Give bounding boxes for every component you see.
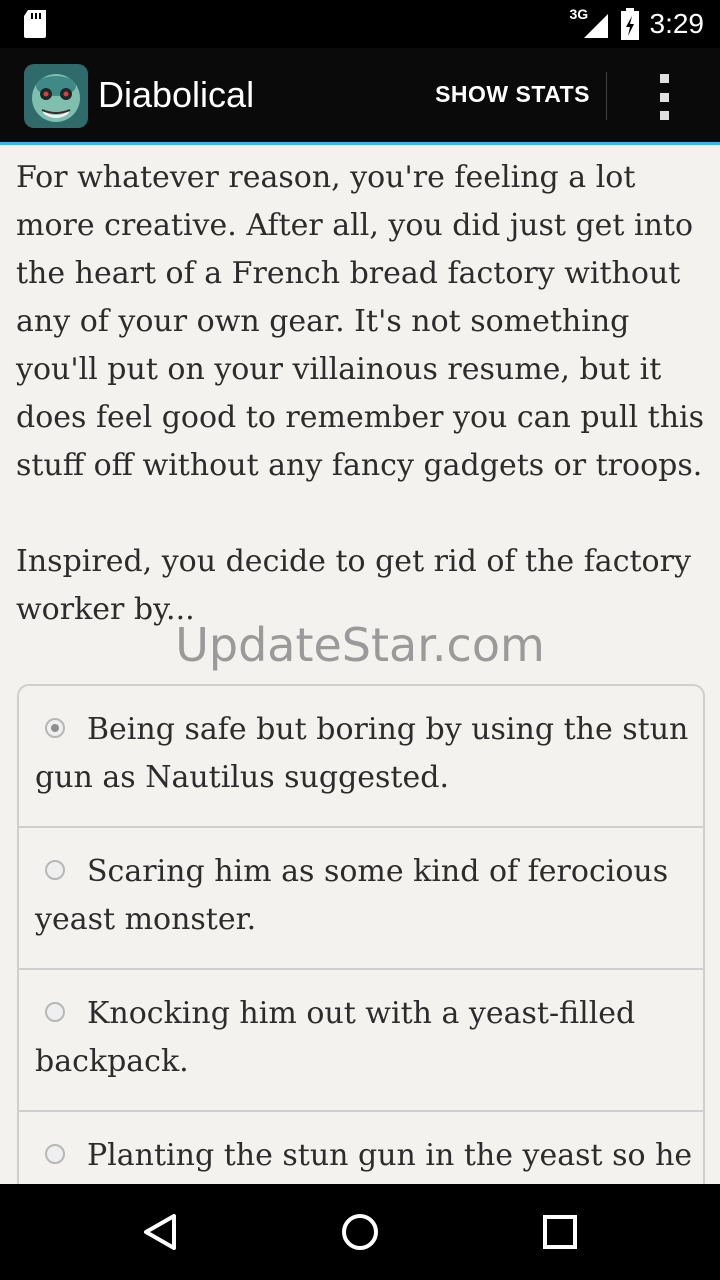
- story-content[interactable]: For whatever reason, you're feeling a lo…: [0, 150, 720, 1184]
- choice-option[interactable]: Knocking him out with a yeast-filled bac…: [19, 970, 703, 1112]
- choice-label: Knocking him out with a yeast-filled bac…: [35, 996, 636, 1079]
- choice-label: Planting the stun gun in the yeast so he: [87, 1138, 693, 1173]
- action-bar: Diabolical SHOW STATS: [0, 48, 720, 142]
- overflow-menu-icon[interactable]: [654, 74, 674, 120]
- watermark: UpdateStar.com: [175, 618, 545, 672]
- choice-label: Being safe but boring by using the stun …: [35, 712, 689, 795]
- app-title: Diabolical: [98, 74, 255, 115]
- action-bar-underline: [0, 142, 720, 145]
- home-icon[interactable]: [336, 1208, 384, 1256]
- choice-option[interactable]: Being safe but boring by using the stun …: [19, 686, 703, 828]
- recents-icon[interactable]: [536, 1208, 584, 1256]
- passage-paragraph: For whatever reason, you're feeling a lo…: [16, 160, 705, 483]
- choice-option[interactable]: Planting the stun gun in the yeast so he: [19, 1112, 703, 1184]
- signal-icon: 3G: [570, 6, 610, 40]
- sd-card-icon: [24, 10, 46, 38]
- navigation-bar: [0, 1184, 720, 1280]
- status-time: 3:29: [649, 8, 705, 39]
- action-divider: [606, 72, 607, 120]
- status-bar: 3G 3:29: [0, 0, 720, 48]
- battery-icon: [620, 8, 639, 40]
- choice-list: Being safe but boring by using the stun …: [17, 684, 705, 1184]
- show-stats-button[interactable]: SHOW STATS: [435, 81, 590, 108]
- choice-option[interactable]: Scaring him as some kind of ferocious ye…: [19, 828, 703, 970]
- back-icon[interactable]: [136, 1208, 184, 1256]
- story-passage: For whatever reason, you're feeling a lo…: [16, 154, 710, 634]
- choice-label: Scaring him as some kind of ferocious ye…: [35, 854, 669, 937]
- app-logo-icon[interactable]: [24, 64, 88, 128]
